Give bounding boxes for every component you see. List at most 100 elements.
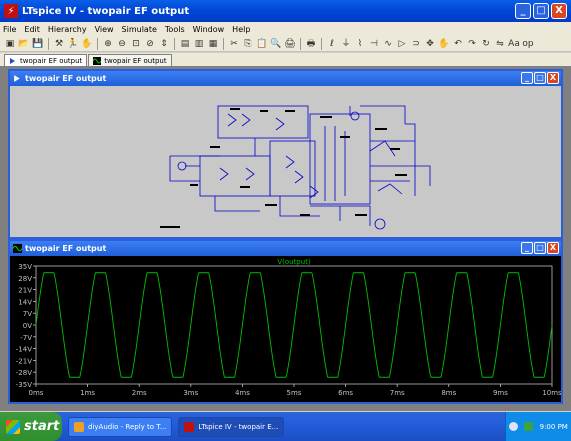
toolbar-separator [321, 37, 322, 50]
rotate-icon[interactable]: ↻ [480, 38, 492, 50]
close-button[interactable]: X [551, 3, 567, 19]
minimize-button[interactable]: _ [521, 242, 533, 254]
new-schematic-icon[interactable]: ▣ [4, 38, 16, 50]
y-tick-label: -21V [16, 357, 32, 365]
print-preview-icon[interactable]: 🖶 [305, 38, 317, 50]
taskbar: start diyAudio - Reply to T... LTspice I… [0, 412, 571, 441]
toolbar-separator [223, 37, 224, 50]
diode-icon[interactable]: ▷ [396, 38, 408, 50]
wire-icon[interactable]: ℓ [326, 38, 338, 50]
spice-directive-icon[interactable]: op [522, 38, 534, 50]
trace-label: V(output) [277, 258, 311, 266]
y-tick-label: 21V [18, 287, 32, 295]
tab-waveform[interactable]: twopair EF output [88, 54, 172, 66]
system-tray: 9:00 PM [505, 412, 571, 441]
minimize-button[interactable]: _ [521, 72, 533, 84]
ltspice-app-icon[interactable]: ⚡ [4, 4, 18, 18]
redo-icon[interactable]: ↷ [466, 38, 478, 50]
close-all-icon[interactable]: ▦ [207, 38, 219, 50]
move-icon[interactable]: ✥ [424, 38, 436, 50]
schematic-title-bar[interactable]: twopair EF output _ □ X [10, 71, 561, 86]
zoom-in-icon[interactable]: ⊕ [102, 38, 114, 50]
print-icon[interactable]: 🖨 [284, 38, 296, 50]
undo-icon[interactable]: ↶ [452, 38, 464, 50]
maximize-button[interactable]: □ [534, 242, 546, 254]
control-panel-icon[interactable]: ⚒ [53, 38, 65, 50]
drag-icon[interactable]: ✋ [438, 38, 450, 50]
waveform-icon [93, 56, 102, 65]
waveform-plot[interactable]: 35V 28V 21V 14V 7V 0V -7V -14V -21V -28V -35V 0ms 1m… [10, 256, 562, 402]
tab-label: twopair EF output [104, 56, 167, 65]
run-icon[interactable]: 🏃 [67, 38, 79, 50]
cut-icon[interactable]: ✂ [228, 38, 240, 50]
tile-icon[interactable]: ▤ [179, 38, 191, 50]
waveform-window: twopair EF output _ □ X 35V 28V 21V 14V 7V 0V… [8, 239, 563, 404]
toolbar-separator [300, 37, 301, 50]
menu-edit[interactable]: Edit [24, 25, 40, 34]
v-output-trace [35, 272, 553, 378]
x-tick-label: 3ms [183, 389, 198, 397]
zoom-cancel-icon[interactable]: ⊘ [144, 38, 156, 50]
network-icon[interactable] [509, 422, 519, 431]
capacitor-icon[interactable]: ⊣ [368, 38, 380, 50]
mirror-icon[interactable]: ⇋ [494, 38, 506, 50]
firefox-icon [74, 421, 84, 432]
taskbar-item-diyaudio[interactable]: diyAudio - Reply to T... [68, 416, 173, 437]
resistor-icon[interactable]: ⌇ [354, 38, 366, 50]
text-icon[interactable]: Aa [508, 38, 520, 50]
copy-icon[interactable]: ⎘ [242, 38, 254, 50]
waveform-title-bar[interactable]: twopair EF output _ □ X [10, 241, 561, 256]
mdi-workspace: twopair EF output _ □ X twopair EF outpu… [0, 66, 571, 411]
save-icon[interactable]: 💾 [32, 38, 44, 50]
ltspice-window: ⚡ LTspice IV - twopair EF output _ □ X F… [0, 0, 571, 412]
schematic-title: twopair EF output [25, 74, 107, 83]
maximize-button[interactable]: □ [534, 72, 546, 84]
title-bar[interactable]: ⚡ LTspice IV - twopair EF output _ □ X [0, 0, 571, 22]
autorange-icon[interactable]: ⇕ [158, 38, 170, 50]
y-tick-label: -14V [16, 346, 32, 354]
find-icon[interactable]: 🔍 [270, 38, 282, 50]
maximize-button[interactable]: □ [533, 3, 549, 19]
minimize-button[interactable]: _ [515, 3, 531, 19]
y-tick-label: 28V [18, 275, 32, 283]
component-icon[interactable]: ⊃ [410, 38, 422, 50]
clock: 9:00 PM [539, 422, 568, 431]
toolbar-separator [97, 37, 98, 50]
schematic-icon [14, 75, 20, 82]
close-button[interactable]: X [547, 242, 559, 254]
zoom-out-icon[interactable]: ⊖ [116, 38, 128, 50]
open-icon[interactable]: 📂 [18, 38, 30, 50]
schematic-canvas[interactable] [10, 86, 561, 237]
tab-schematic[interactable]: twopair EF output [4, 54, 88, 66]
menu-tools[interactable]: Tools [165, 25, 185, 34]
inductor-icon[interactable]: ∿ [382, 38, 394, 50]
ground-icon[interactable]: ⏚ [340, 38, 352, 50]
cascade-icon[interactable]: ▥ [193, 38, 205, 50]
schematic-window-controls: _ □ X [521, 72, 559, 84]
schematic-window: twopair EF output _ □ X [8, 69, 563, 239]
schematic-icon [10, 57, 15, 64]
task-label: diyAudio - Reply to T... [88, 422, 167, 431]
x-tick-label: 9ms [493, 389, 508, 397]
menu-view[interactable]: View [95, 25, 114, 34]
close-button[interactable]: X [547, 72, 559, 84]
y-tick-label: -7V [20, 334, 32, 342]
halt-icon[interactable]: ✋ [81, 38, 93, 50]
menu-bar: File Edit Hierarchy View Simulate Tools … [0, 22, 571, 36]
circuit-diagram [160, 105, 431, 230]
menu-window[interactable]: Window [193, 25, 225, 34]
paste-icon[interactable]: 📋 [256, 38, 268, 50]
menu-simulate[interactable]: Simulate [122, 25, 157, 34]
x-tick-label: 8ms [441, 389, 456, 397]
taskbar-item-ltspice[interactable]: LTspice IV - twopair E... [178, 416, 285, 437]
menu-file[interactable]: File [3, 25, 16, 34]
toolbar: ▣ 📂 💾 ⚒ 🏃 ✋ ⊕ ⊖ ⊡ ⊘ ⇕ ▤ ▥ ▦ ✂ ⎘ 📋 🔍 🖨 🖶 ℓ ⏚ ⌇ ⊣ ∿ ▷ ⊃ ✥ ✋ ↶ ↷ ↻ ⇋ Aa op [0, 36, 571, 52]
y-tick-label: 14V [18, 298, 32, 306]
volume-icon[interactable] [524, 422, 534, 431]
menu-help[interactable]: Help [232, 25, 250, 34]
start-label: start [24, 419, 60, 434]
start-button[interactable]: start [0, 412, 62, 441]
windows-logo-icon [6, 419, 20, 434]
zoom-fit-icon[interactable]: ⊡ [130, 38, 142, 50]
menu-hierarchy[interactable]: Hierarchy [48, 25, 87, 34]
